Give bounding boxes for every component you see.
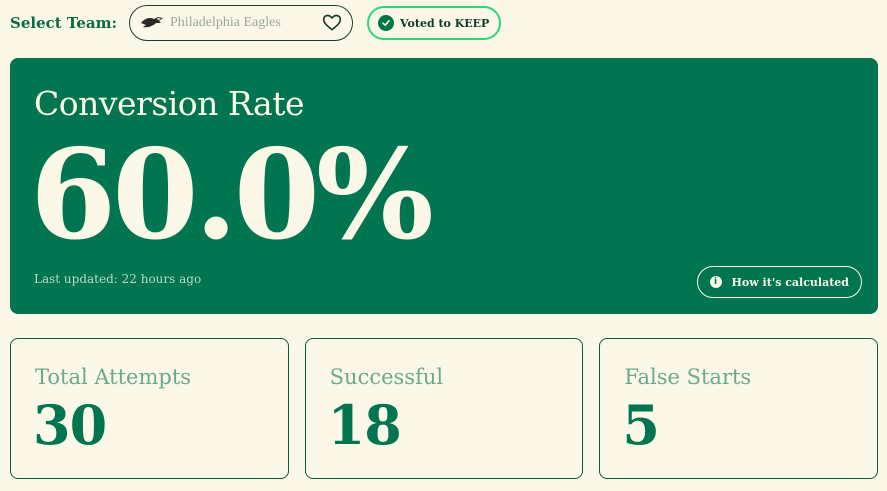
stat-card-successful: Successful 18 [304, 338, 584, 479]
team-select-dropdown[interactable]: Philadelphia Eagles [129, 5, 354, 41]
heart-icon[interactable] [322, 13, 342, 33]
check-circle-icon [378, 15, 395, 31]
stat-card-false-starts: False Starts 5 [599, 338, 879, 479]
stat-label: False Starts [624, 365, 752, 389]
stat-label: Total Attempts [35, 365, 192, 389]
team-selector-bar: Select Team: Philadelphia Eagles Voted t… [10, 4, 502, 42]
stats-row: Total Attempts 30 Successful 18 False St… [10, 338, 879, 479]
how-its-calculated-label: How it's calculated [731, 275, 849, 289]
stat-card-total-attempts: Total Attempts 30 [10, 338, 289, 479]
info-icon: i [709, 276, 722, 288]
conversion-rate-card: Conversion Rate 60.0% Last updated: 22 h… [10, 58, 878, 314]
conversion-rate-value: 60.0% [30, 123, 434, 268]
last-updated-text: Last updated: 22 hours ago [34, 272, 202, 286]
selected-team-name: Philadelphia Eagles [170, 15, 281, 30]
stat-value: 18 [327, 393, 402, 457]
select-team-label: Select Team: [10, 14, 118, 32]
voted-keep-badge[interactable]: Voted to KEEP [367, 6, 502, 40]
eagle-logo-icon [140, 14, 164, 32]
vote-status-label: Voted to KEEP [400, 16, 490, 30]
stat-value: 30 [33, 393, 107, 457]
how-its-calculated-button[interactable]: i How it's calculated [696, 266, 862, 298]
stat-value: 5 [622, 393, 660, 457]
stat-label: Successful [329, 365, 444, 389]
conversion-rate-title: Conversion Rate [34, 84, 305, 123]
